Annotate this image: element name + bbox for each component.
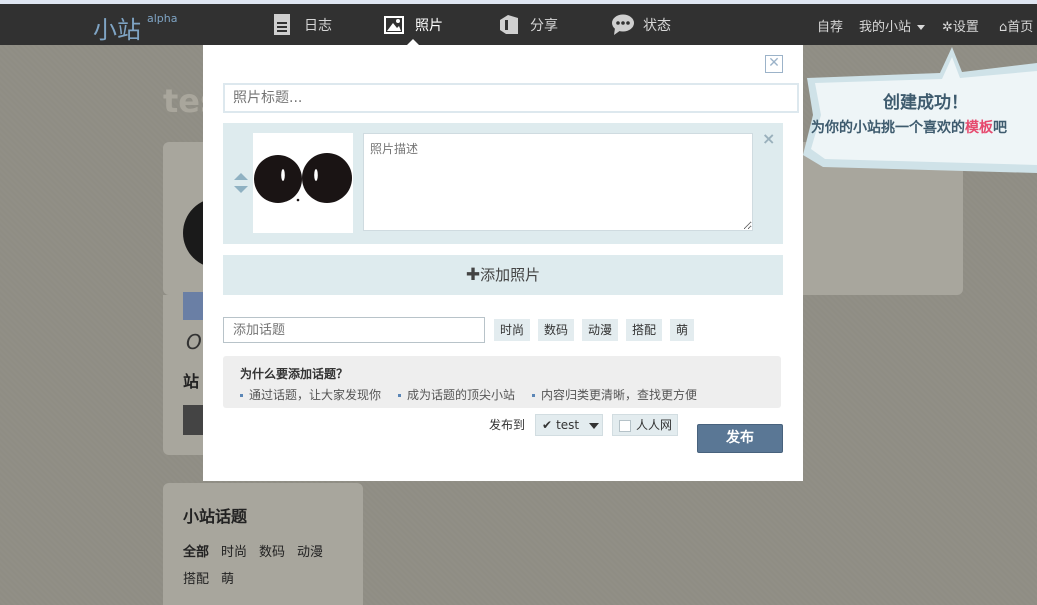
photo-title-input[interactable] (223, 83, 799, 113)
topic-digital[interactable]: 数码 (259, 541, 285, 560)
topic-cute[interactable]: 萌 (221, 568, 234, 587)
topic-help-item: 成为话题的顶尖小站 (398, 386, 515, 403)
tag-outfit[interactable]: 搭配 (626, 319, 663, 341)
tag-cute[interactable]: 萌 (670, 319, 695, 341)
check-icon: ✔ (542, 418, 553, 432)
photo-thumbnail (253, 133, 353, 233)
bubble-title: 创建成功！ (883, 93, 968, 113)
nav-label-journal: 日志 (304, 17, 332, 34)
chevron-down-icon (588, 422, 599, 429)
photo-description-field[interactable] (363, 133, 753, 231)
member-avatar[interactable] (183, 292, 203, 320)
topic-input[interactable] (223, 317, 485, 343)
nav-journal[interactable]: 日志 (272, 4, 332, 45)
nav-label-photo: 照片 (415, 17, 443, 34)
add-photo-button[interactable]: ✚添加照片 (223, 255, 783, 295)
bubble-message: 为你的小站挑一个喜欢的模板吧 (811, 117, 1007, 137)
topic-help-box: 为什么要添加话题？ 通过话题，让大家发现你 成为话题的顶尖小站 内容归类更清晰，… (223, 356, 781, 408)
topic-anime[interactable]: 动漫 (297, 541, 323, 560)
publish-button[interactable]: 发布 (697, 424, 783, 453)
topics-title: 小站话题 (183, 507, 248, 526)
remove-photo-icon[interactable]: × (762, 129, 775, 148)
add-photo-label: 添加照片 (480, 266, 541, 284)
topic-fashion[interactable]: 时尚 (221, 541, 247, 560)
top-navigation-bar: 小站 alpha 日志 照片 分享 状态 自荐 我的小站 ✲设置 ⌂首页 (0, 4, 1037, 45)
tag-digital[interactable]: 数码 (538, 319, 575, 341)
chevron-down-icon (917, 25, 926, 30)
plus-icon: ✚ (465, 265, 481, 285)
speech-bubble-icon (611, 14, 634, 36)
recommend-link[interactable]: 自荐 (817, 16, 843, 35)
gear-icon: ✲ (942, 20, 953, 35)
italic-initial: O (186, 330, 202, 354)
topic-help-title: 为什么要添加话题？ (240, 367, 349, 381)
photo-item: × (223, 123, 783, 244)
nav-status[interactable]: 状态 (611, 4, 671, 45)
bubble-message-text: 为你的小站挑一个喜欢的 (811, 120, 965, 136)
template-highlight[interactable]: 模板 (965, 120, 993, 136)
tag-fashion[interactable]: 时尚 (494, 319, 531, 341)
home-link[interactable]: ⌂首页 (999, 16, 1033, 35)
my-sites-label: 我的小站 (859, 20, 912, 35)
logo-alpha-badge: alpha (147, 12, 178, 25)
topic-help-item: 内容归类更清晰，查找更方便 (532, 386, 697, 403)
nav-label-share: 分享 (530, 17, 558, 34)
renren-option[interactable]: 人人网 (612, 414, 678, 436)
publish-to-label: 发布到 (489, 418, 526, 432)
notebook-icon (272, 13, 294, 36)
site-label: 站 (183, 372, 200, 391)
site-select-value: test (556, 418, 580, 432)
home-label: 首页 (1007, 20, 1034, 35)
renren-checkbox[interactable] (619, 419, 631, 432)
tag-anime[interactable]: 动漫 (582, 319, 619, 341)
my-sites-menu[interactable]: 我的小站 (859, 16, 926, 35)
nav-label-status: 状态 (643, 17, 671, 34)
settings-link[interactable]: ✲设置 (942, 16, 979, 35)
bubble-message-end: 吧 (993, 120, 1007, 136)
site-select[interactable]: ✔ test (535, 414, 603, 436)
site-logo[interactable]: 小站 (93, 10, 141, 45)
renren-label: 人人网 (636, 418, 673, 432)
share-icon (498, 14, 520, 36)
nav-photo[interactable]: 照片 (383, 4, 443, 45)
close-icon[interactable]: ✕ (765, 55, 783, 73)
nav-share[interactable]: 分享 (498, 4, 558, 45)
topics-panel: 小站话题 全部 时尚 数码 动漫 搭配 萌 (163, 483, 363, 605)
topic-all[interactable]: 全部 (183, 541, 209, 560)
topic-help-item: 通过话题，让大家发现你 (240, 386, 381, 403)
photo-icon (383, 14, 405, 36)
topic-outfit[interactable]: 搭配 (183, 568, 209, 587)
member-avatar-2[interactable] (183, 405, 203, 435)
settings-label: 设置 (952, 20, 979, 35)
photo-post-dialog: ✕ × ✚添加照片 时尚 数码 动漫 搭配 萌 为什么要添加话题？ 通过话题，让… (203, 45, 803, 481)
reorder-arrows-icon[interactable] (234, 173, 248, 195)
success-bubble (803, 47, 1037, 173)
